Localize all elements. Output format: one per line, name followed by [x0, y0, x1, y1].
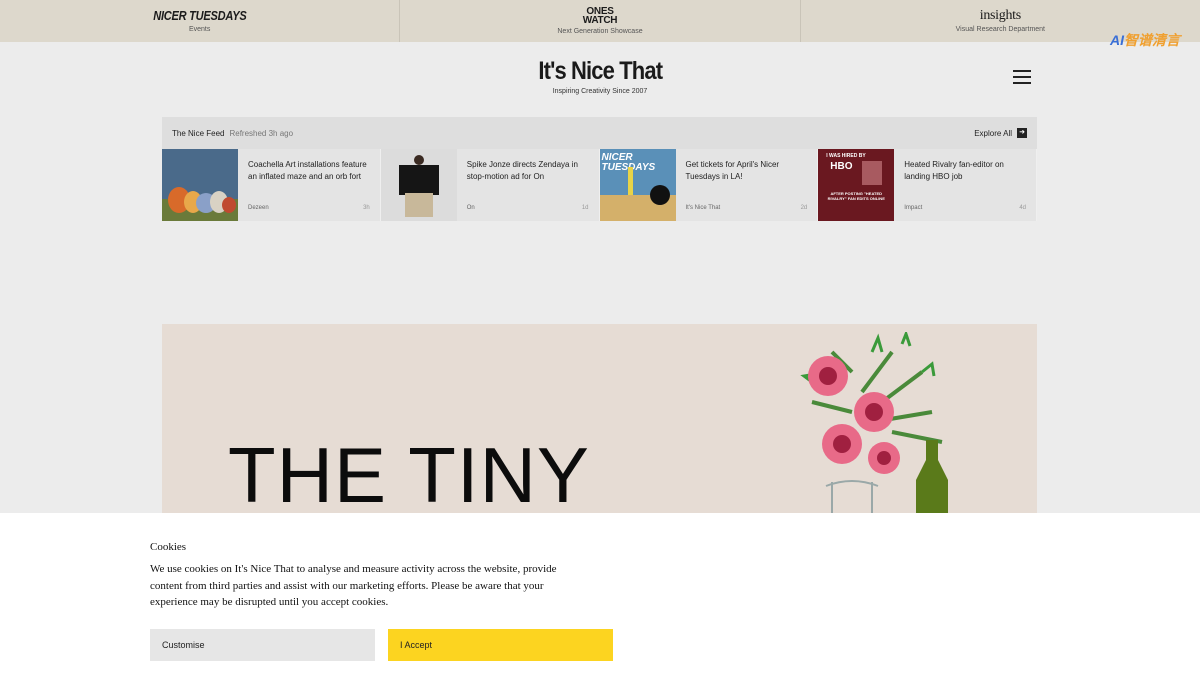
poster-title: NICER TUESDAYS [601, 152, 656, 173]
brand-subtitle: Events [188, 26, 211, 33]
hero-banner[interactable]: THE TINY [162, 324, 1037, 514]
feed-item[interactable]: I WAS HIRED BY HBO AFTER POSTING "HEATED… [818, 149, 1037, 221]
feed-title: The Nice Feed [172, 128, 225, 138]
explore-all-label: Explore All [974, 128, 1012, 138]
brand-bar: NICER TUESDAYS Events ONES WATCH Next Ge… [0, 0, 1200, 42]
feed-item-headline: Heated Rivalry fan-editor on landing HBO… [904, 160, 1004, 181]
brand-logo-line: WATCH [582, 15, 618, 26]
feed-header: The Nice Feed Refreshed 3h ago Explore A… [162, 117, 1037, 149]
customise-button[interactable]: Customise [150, 629, 375, 661]
feed-item-source: On [466, 205, 475, 211]
feed-item-age: 2d [800, 205, 808, 211]
nice-feed: The Nice Feed Refreshed 3h ago Explore A… [162, 117, 1037, 221]
cookie-banner: Cookies We use cookies on It's Nice That… [0, 513, 1200, 700]
site-name: It's Nice That [538, 57, 663, 85]
brand-ones-to-watch[interactable]: ONES WATCH Next Generation Showcase [400, 0, 801, 42]
feed-item-source: Impact [904, 205, 923, 211]
poster-text: AFTER POSTING "HEATED RIVALRY" FAN EDITS… [827, 191, 885, 201]
hero-headline: THE TINY [228, 431, 590, 514]
feed-item-headline: Get tickets for April's Nicer Tuesdays i… [685, 160, 780, 181]
feed-list: Coachella Art installations feature an i… [162, 149, 1037, 221]
feed-item[interactable]: Coachella Art installations feature an i… [162, 149, 381, 221]
flowers-in-vase-illustration [800, 332, 948, 514]
brand-subtitle: Next Generation Showcase [557, 28, 643, 35]
hbo-poster-image: I WAS HIRED BY HBO AFTER POSTING "HEATED… [818, 149, 895, 221]
feed-item-age: 3h [363, 205, 370, 211]
hbo-logo: HBO [830, 161, 853, 172]
brand-subtitle: Visual Research Department [955, 26, 1045, 33]
watermark-text: 智谱清言 [1124, 32, 1180, 48]
brand-nicer-tuesdays[interactable]: NICER TUESDAYS Events [0, 0, 401, 42]
inflatable-orbs-image [162, 149, 238, 221]
person-black-coat-image [380, 149, 457, 221]
feed-item-age: 4d [1019, 205, 1026, 211]
feed-refresh-time: Refreshed 3h ago [229, 128, 294, 138]
feed-item-headline: Spike Jonze directs Zendaya in stop-moti… [466, 160, 578, 181]
brand-logo: NICER TUESDAYS [153, 8, 247, 23]
feed-item-source: Dezeen [248, 205, 269, 211]
feed-item[interactable]: NICER TUESDAYS Get tickets for April's N… [599, 149, 819, 221]
arrow-right-icon: ➜ [1017, 128, 1027, 138]
feed-item-source: It's Nice That [685, 205, 721, 211]
feed-item-headline: Coachella Art installations feature an i… [248, 160, 367, 181]
poster-text: I WAS HIRED BY [826, 153, 866, 159]
nicer-tuesdays-poster-image: NICER TUESDAYS [599, 149, 676, 221]
feed-item[interactable]: Spike Jonze directs Zendaya in stop-moti… [380, 149, 600, 221]
watermark-logo: AI智谱清言 [1110, 30, 1180, 50]
cookie-title: Cookies [150, 541, 187, 553]
watermark-text: AI [1110, 32, 1124, 48]
accept-button[interactable]: I Accept [388, 629, 613, 661]
brand-logo: ONES WATCH [582, 7, 618, 26]
site-tagline: Inspiring Creativity Since 2007 [552, 88, 648, 95]
cookie-body: We use cookies on It's Nice That to anal… [150, 563, 557, 608]
brand-logo: insights [979, 8, 1021, 23]
explore-all-link[interactable]: Explore All ➜ [974, 128, 1027, 138]
feed-item-age: 1d [581, 205, 589, 211]
hamburger-menu-icon[interactable] [1013, 70, 1031, 84]
